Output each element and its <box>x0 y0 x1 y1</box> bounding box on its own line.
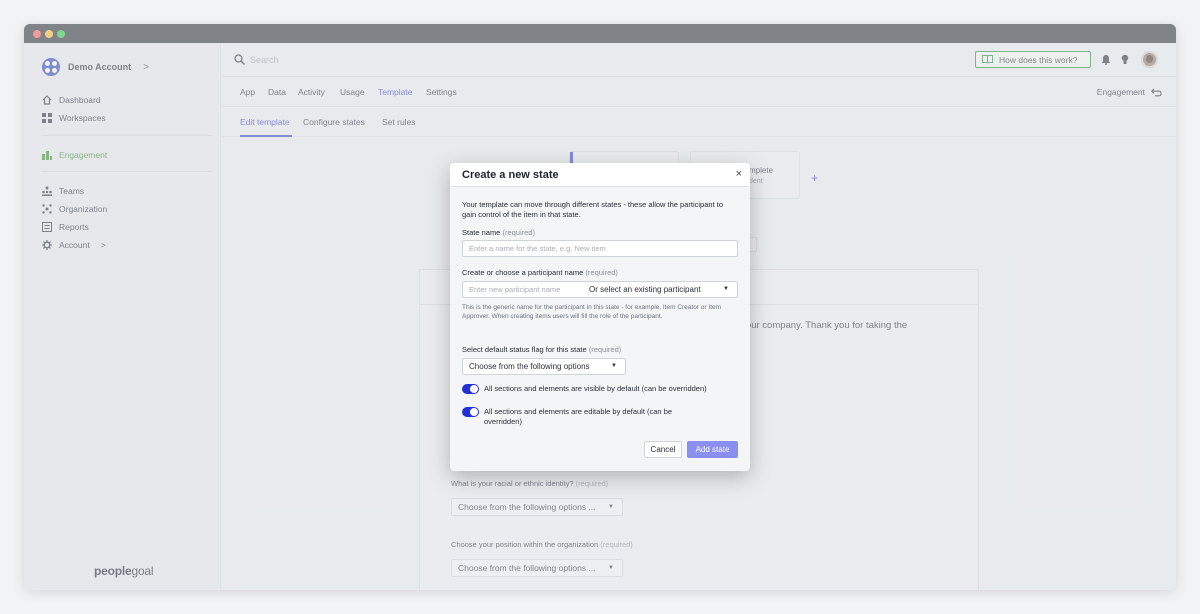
create-state-modal: Create a new state × Your template can m… <box>450 163 750 471</box>
cancel-button[interactable]: Cancel <box>644 441 682 458</box>
modal-title: Create a new state <box>462 169 559 181</box>
editable-by-default-toggle[interactable] <box>462 407 479 417</box>
add-state-button[interactable]: Add state <box>687 441 738 458</box>
state-name-label: State name (required) <box>462 228 535 237</box>
close-icon[interactable]: × <box>736 168 742 180</box>
visible-by-default-label: All sections and elements are visible by… <box>484 384 707 393</box>
state-name-input[interactable] <box>462 240 738 257</box>
participant-combo: Or select an existing participant ▼ <box>462 281 738 298</box>
existing-participant-select[interactable]: Or select an existing participant <box>589 285 701 294</box>
status-flag-label: Select default status flag for this stat… <box>462 345 622 354</box>
modal-description: Your template can move through different… <box>462 200 723 219</box>
caret-down-icon: ▼ <box>723 286 729 292</box>
participant-label: Create or choose a participant name (req… <box>462 268 618 277</box>
visible-by-default-toggle[interactable] <box>462 384 479 394</box>
caret-down-icon: ▼ <box>611 363 617 369</box>
participant-name-input[interactable] <box>463 282 583 297</box>
status-flag-select[interactable]: Choose from the following options ▼ <box>462 358 626 375</box>
participant-help-text: This is the generic name for the partici… <box>462 304 722 320</box>
editable-by-default-label: All sections and elements are editable b… <box>484 407 673 426</box>
modal-header: Create a new state × <box>450 163 750 187</box>
